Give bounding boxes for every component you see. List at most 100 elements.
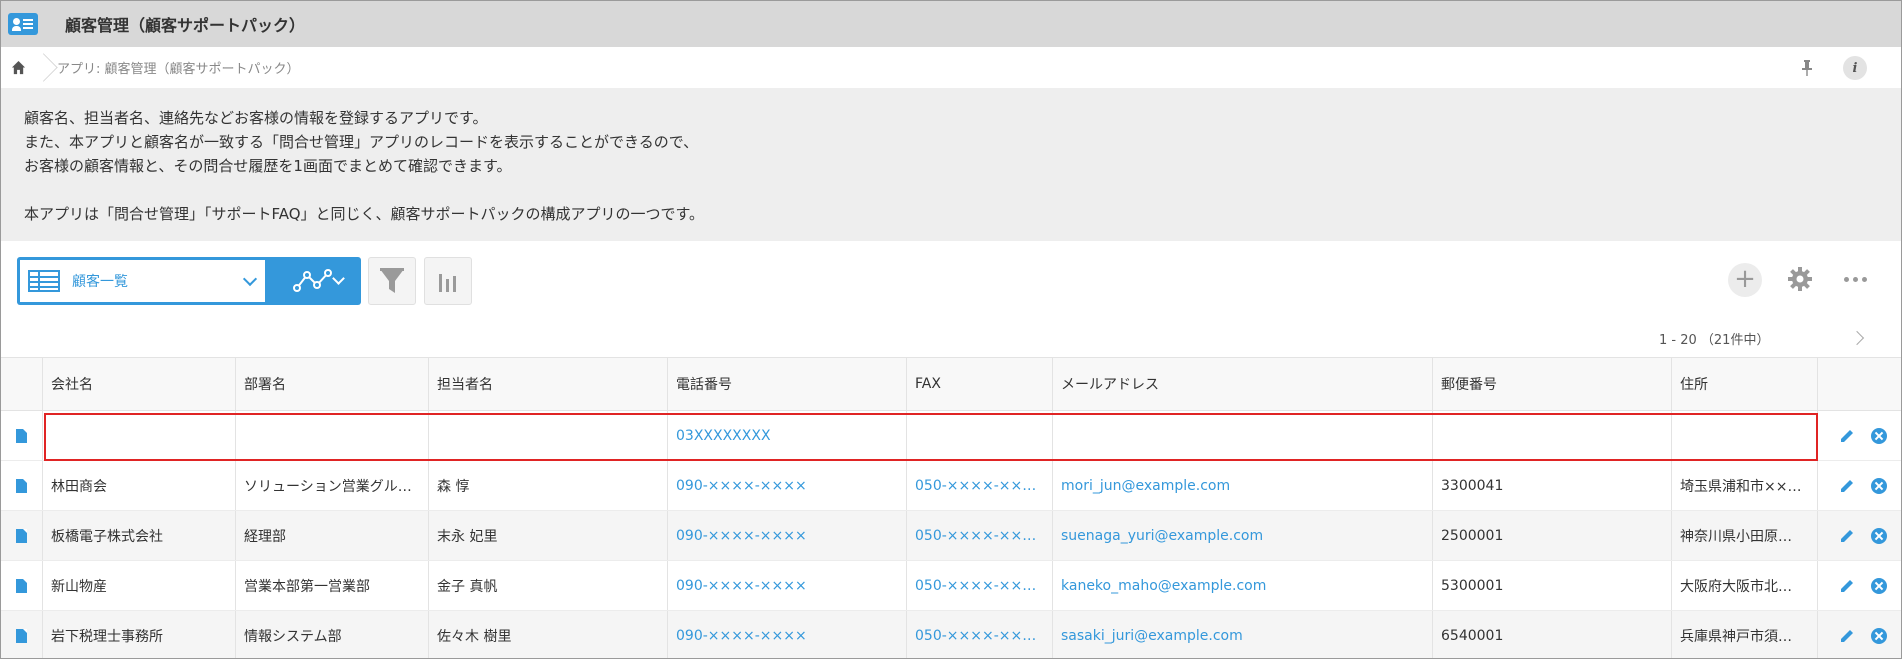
cell-postal: 6540001 bbox=[1432, 611, 1672, 658]
graph-view-button[interactable] bbox=[273, 257, 359, 305]
cell-email[interactable]: kaneko_maho@example.com bbox=[1052, 561, 1432, 610]
table-row: 新山物産 営業本部第一営業部 金子 真帆 090-××××-×××× 050-×… bbox=[1, 561, 1901, 611]
filter-icon bbox=[380, 268, 404, 293]
cell-phone[interactable]: 03XXXXXXXX bbox=[667, 411, 907, 460]
cell-fax[interactable]: 050-××××-××… bbox=[906, 561, 1052, 610]
edit-icon[interactable] bbox=[1839, 428, 1855, 444]
column-header[interactable]: 郵便番号 bbox=[1432, 358, 1672, 410]
table-view-icon bbox=[28, 270, 60, 292]
cell-address: 兵庫県神戸市須… bbox=[1671, 611, 1817, 658]
description-line: 顧客名、担当者名、連絡先などお客様の情報を登録するアプリです。 bbox=[24, 109, 488, 127]
delete-icon[interactable] bbox=[1871, 477, 1887, 494]
pagination-info: 1 - 20 （21件中） bbox=[1659, 333, 1770, 348]
cell-email[interactable]: sasaki_juri@example.com bbox=[1052, 611, 1432, 658]
cell-email[interactable]: suenaga_yuri@example.com bbox=[1052, 511, 1432, 560]
toolbar: 顧客一覧 + bbox=[1, 241, 1901, 311]
home-icon bbox=[11, 60, 25, 75]
breadcrumb: アプリ: 顧客管理（顧客サポートパック） i bbox=[1, 47, 1901, 88]
column-header[interactable]: 部署名 bbox=[235, 358, 428, 410]
cell-contact bbox=[428, 411, 668, 460]
chevron-down-icon bbox=[242, 271, 258, 287]
breadcrumb-separator bbox=[35, 47, 49, 88]
cell-postal bbox=[1432, 411, 1672, 460]
column-header[interactable]: 担当者名 bbox=[428, 358, 668, 410]
info-icon[interactable]: i bbox=[1843, 56, 1867, 80]
delete-icon[interactable] bbox=[1871, 577, 1887, 594]
app-description: 顧客名、担当者名、連絡先などお客様の情報を登録するアプリです。 また、本アプリと… bbox=[1, 88, 1901, 241]
chevron-down-icon bbox=[332, 272, 345, 285]
column-header[interactable]: 電話番号 bbox=[667, 358, 907, 410]
line-graph-icon bbox=[293, 269, 332, 292]
cell-postal: 5300001 bbox=[1432, 561, 1672, 610]
dot-icon bbox=[1861, 276, 1867, 282]
cell-address: 神奈川県小田原… bbox=[1671, 511, 1817, 560]
column-header[interactable]: メールアドレス bbox=[1052, 358, 1432, 410]
document-icon bbox=[16, 428, 27, 443]
cell-department: 営業本部第一営業部 bbox=[235, 561, 428, 610]
records-table: 会社名 部署名 担当者名 電話番号 FAX メールアドレス 郵便番号 住所 03… bbox=[1, 357, 1901, 658]
column-header[interactable]: 住所 bbox=[1671, 358, 1817, 410]
pin-icon[interactable] bbox=[1799, 59, 1815, 77]
cell-email[interactable] bbox=[1052, 411, 1432, 460]
table-row: 板橋電子株式会社 経理部 末永 妃里 090-××××-×××× 050-×××… bbox=[1, 511, 1901, 561]
breadcrumb-app-link[interactable]: アプリ: 顧客管理（顧客サポートパック） bbox=[57, 58, 300, 77]
cell-contact: 末永 妃里 bbox=[428, 511, 668, 560]
dot-icon bbox=[1843, 276, 1849, 282]
cell-fax[interactable]: 050-××××-××… bbox=[906, 461, 1052, 510]
column-header[interactable]: FAX bbox=[906, 358, 1052, 410]
next-page-icon[interactable] bbox=[1849, 330, 1865, 346]
description-line: お客様の顧客情報と、その問合せ履歴を1画面でまとめて確認できます。 bbox=[24, 157, 512, 175]
gear-icon bbox=[1788, 267, 1812, 291]
edit-icon[interactable] bbox=[1839, 628, 1855, 644]
view-selector-group: 顧客一覧 bbox=[17, 257, 361, 305]
edit-icon[interactable] bbox=[1839, 578, 1855, 594]
cell-phone[interactable]: 090-××××-×××× bbox=[667, 611, 907, 658]
app-window: 顧客管理（顧客サポートパック） アプリ: 顧客管理（顧客サポートパック） i 顧… bbox=[0, 0, 1902, 659]
cell-company: 岩下税理士事務所 bbox=[42, 611, 235, 658]
column-header[interactable]: 会社名 bbox=[42, 358, 235, 410]
document-icon bbox=[16, 528, 27, 543]
cell-company: 新山物産 bbox=[42, 561, 235, 610]
table-header: 会社名 部署名 担当者名 電話番号 FAX メールアドレス 郵便番号 住所 bbox=[1, 357, 1901, 411]
edit-icon[interactable] bbox=[1839, 528, 1855, 544]
edit-icon[interactable] bbox=[1839, 478, 1855, 494]
filter-button[interactable] bbox=[368, 257, 416, 305]
cell-contact: 森 惇 bbox=[428, 461, 668, 510]
view-select[interactable]: 顧客一覧 bbox=[20, 260, 265, 302]
table-row: 岩下税理士事務所 情報システム部 佐々木 樹里 090-××××-×××× 05… bbox=[1, 611, 1901, 658]
cell-department: 経理部 bbox=[235, 511, 428, 560]
cell-department bbox=[235, 411, 428, 460]
cell-phone[interactable]: 090-××××-×××× bbox=[667, 461, 907, 510]
cell-address bbox=[1671, 411, 1817, 460]
cell-department: ソリューション営業グル… bbox=[235, 461, 428, 510]
record-detail-link[interactable] bbox=[1, 561, 42, 610]
app-settings-button[interactable] bbox=[1783, 262, 1817, 296]
cell-company bbox=[42, 411, 235, 460]
add-record-button[interactable]: + bbox=[1728, 263, 1762, 297]
table-row: 03XXXXXXXX bbox=[1, 411, 1901, 461]
document-icon bbox=[16, 478, 27, 493]
app-title: 顧客管理（顧客サポートパック） bbox=[65, 16, 306, 35]
record-detail-link[interactable] bbox=[1, 511, 42, 560]
record-detail-link[interactable] bbox=[1, 611, 42, 658]
graph-button[interactable] bbox=[424, 257, 472, 305]
cell-fax[interactable]: 050-××××-××… bbox=[906, 511, 1052, 560]
delete-icon[interactable] bbox=[1871, 627, 1887, 644]
cell-fax[interactable] bbox=[906, 411, 1052, 460]
record-detail-link[interactable] bbox=[1, 411, 42, 460]
delete-icon[interactable] bbox=[1871, 427, 1887, 444]
delete-icon[interactable] bbox=[1871, 527, 1887, 544]
record-detail-link[interactable] bbox=[1, 461, 42, 510]
cell-contact: 金子 真帆 bbox=[428, 561, 668, 610]
cell-fax[interactable]: 050-××××-××… bbox=[906, 611, 1052, 658]
cell-address: 埼玉県浦和市××… bbox=[1671, 461, 1817, 510]
more-options-button[interactable] bbox=[1838, 262, 1872, 296]
cell-contact: 佐々木 樹里 bbox=[428, 611, 668, 658]
cell-phone[interactable]: 090-××××-×××× bbox=[667, 511, 907, 560]
title-bar: 顧客管理（顧客サポートパック） bbox=[1, 1, 1901, 47]
table-row: 林田商会 ソリューション営業グル… 森 惇 090-××××-×××× 050-… bbox=[1, 461, 1901, 511]
cell-email[interactable]: mori_jun@example.com bbox=[1052, 461, 1432, 510]
cell-phone[interactable]: 090-××××-×××× bbox=[667, 561, 907, 610]
cell-company: 板橋電子株式会社 bbox=[42, 511, 235, 560]
cell-department: 情報システム部 bbox=[235, 611, 428, 658]
